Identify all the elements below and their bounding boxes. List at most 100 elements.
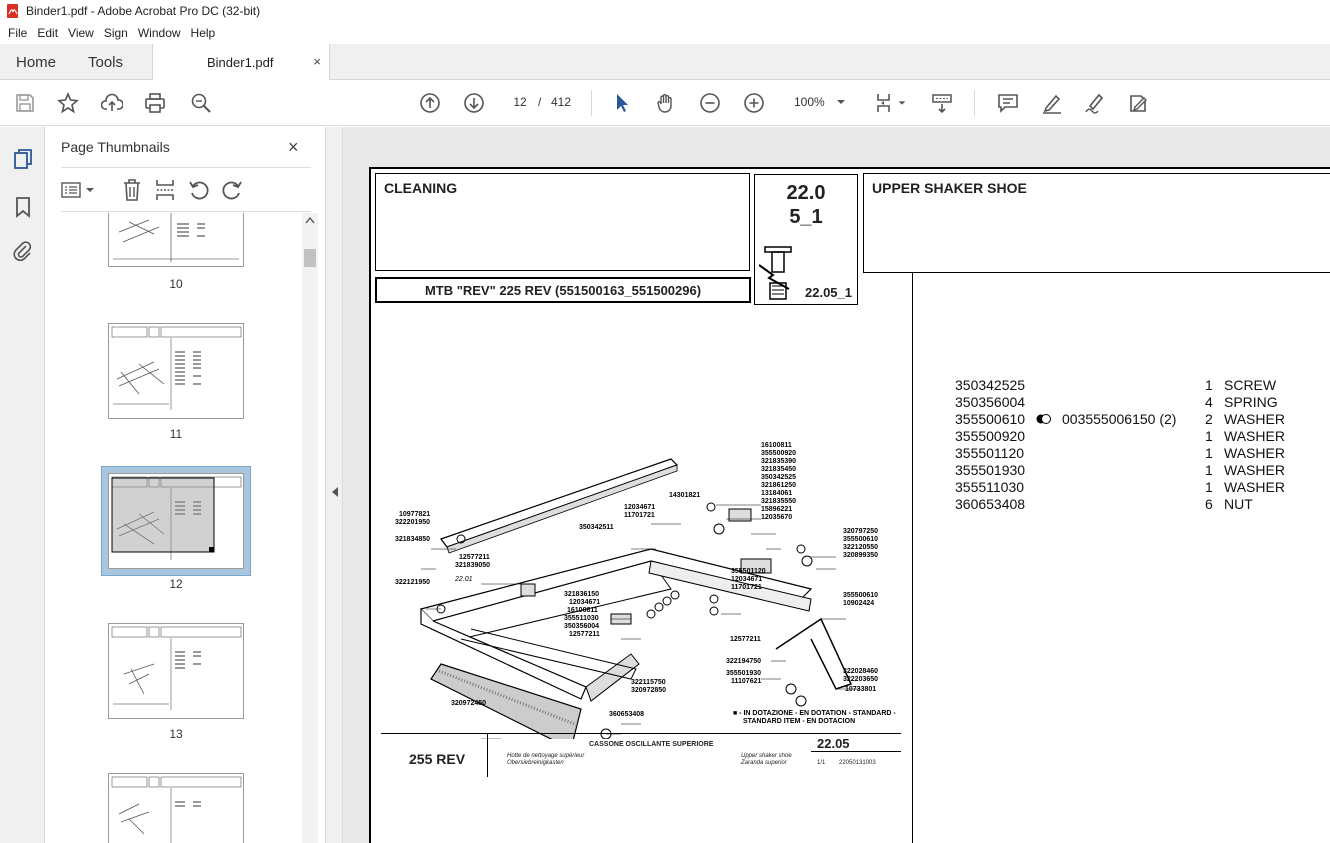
next-page-icon[interactable] — [462, 91, 486, 115]
diagram-label: 11701721 — [624, 512, 655, 519]
part-code: 360653408 — [955, 496, 1026, 512]
diagram-label: 16100811 — [567, 607, 598, 614]
diagram-label: 350342525 — [761, 474, 796, 481]
page-total: 412 — [551, 95, 572, 109]
zoom-level-select[interactable]: 100% — [786, 91, 850, 113]
zoom-out-icon[interactable] — [698, 91, 722, 115]
scroll-up-icon[interactable] — [302, 213, 318, 227]
menu-help[interactable]: Help — [191, 26, 216, 40]
rotate-clockwise-icon[interactable] — [221, 179, 243, 201]
diagram-label: 12577211 — [569, 631, 600, 638]
tab-tools[interactable]: Tools — [88, 44, 123, 80]
page-number-input[interactable] — [506, 91, 534, 113]
thumbnail-list: 10 11 12 13 — [45, 213, 310, 843]
thumbnail-label: 11 — [169, 427, 183, 441]
comment-icon[interactable] — [996, 91, 1020, 115]
zoom-search-icon[interactable] — [189, 91, 213, 115]
save-icon[interactable] — [13, 91, 37, 115]
part-desc: WASHER — [1224, 411, 1285, 427]
thumbnail-toolbar — [61, 177, 311, 203]
toolbar-separator — [974, 90, 975, 116]
part-qty: 1 — [1205, 445, 1213, 461]
panel-splitter[interactable] — [325, 127, 343, 843]
part-qty: 1 — [1205, 377, 1213, 393]
thumbnail-page-13[interactable] — [108, 623, 244, 719]
collapse-panel-icon[interactable] — [330, 485, 340, 499]
attachment-icon[interactable] — [11, 240, 35, 264]
diagram-label: 321839050 — [455, 562, 490, 569]
group-code: 22.0 — [786, 182, 826, 204]
page-display-icon[interactable] — [874, 91, 898, 115]
select-cursor-icon[interactable] — [610, 91, 634, 115]
diagram-label: 322201950 — [395, 519, 430, 526]
diagram-label: 321836150 — [564, 591, 599, 598]
menu-file[interactable]: File — [8, 26, 27, 40]
fill-sign-icon[interactable] — [1126, 91, 1150, 115]
page-thumbnails-icon[interactable] — [11, 147, 35, 171]
diagram-label: 11701721 — [731, 584, 762, 591]
thumbnail-scrollbar[interactable] — [302, 213, 318, 843]
part-desc: SPRING — [1224, 394, 1278, 410]
thumbnail-label: 12 — [169, 577, 183, 591]
footer-rule — [381, 733, 901, 734]
thumbnail-page-12[interactable] — [108, 473, 244, 569]
diagram-label: 321835390 — [761, 458, 796, 465]
diagram-label: 12577211 — [730, 636, 761, 643]
page-separator: / — [538, 95, 542, 109]
insert-pages-icon[interactable] — [154, 178, 176, 202]
diagram-label: 320972450 — [451, 700, 486, 707]
thumbnail-options-icon[interactable] — [61, 179, 97, 201]
group-subcode: 5_1 — [789, 206, 823, 228]
hand-tool-icon[interactable] — [654, 91, 678, 115]
tab-home[interactable]: Home — [16, 44, 56, 80]
diagram-label: 350356004 — [564, 623, 599, 630]
thumbnail-page-11[interactable] — [108, 323, 244, 419]
highlight-pen-icon[interactable] — [1040, 91, 1064, 115]
draw-sign-icon[interactable] — [1083, 91, 1107, 115]
diagram-label: 10902424 — [843, 600, 874, 607]
menu-window[interactable]: Window — [138, 26, 181, 40]
part-alt-code: 003555006150 (2) — [1062, 411, 1177, 427]
thumbnail-page-14[interactable] — [108, 773, 244, 843]
footer-sheet: 1/1 — [817, 760, 826, 766]
bookmark-icon[interactable] — [11, 195, 35, 219]
part-code: 355511030 — [955, 479, 1025, 495]
diagram-label: 321835450 — [761, 466, 796, 473]
acrobat-icon — [7, 4, 18, 18]
rotate-counterclockwise-icon[interactable] — [188, 179, 210, 201]
thumbnail-preview — [113, 213, 239, 262]
menu-view[interactable]: View — [68, 26, 94, 40]
part-desc: WASHER — [1224, 445, 1285, 461]
panel-title: Page Thumbnails — [61, 139, 170, 155]
chevron-down-icon — [837, 100, 845, 104]
window-title: Binder1.pdf - Adobe Acrobat Pro DC (32-b… — [26, 4, 261, 18]
scrollbar-thumb[interactable] — [304, 249, 316, 267]
left-navigation-rail — [0, 127, 45, 843]
section-box: CLEANING — [375, 173, 750, 271]
delete-trash-icon[interactable] — [121, 178, 143, 202]
tab-document[interactable]: Binder1.pdf × — [152, 44, 330, 81]
diagram-label: 355500610 — [843, 592, 878, 599]
star-icon[interactable] — [56, 91, 80, 115]
diagram-label: 350342511 — [579, 524, 614, 531]
menu-edit[interactable]: Edit — [37, 26, 58, 40]
menu-sign[interactable]: Sign — [104, 26, 128, 40]
scroll-mode-icon[interactable] — [930, 91, 954, 115]
print-icon[interactable] — [143, 91, 167, 115]
diagram-label: 16100811 — [761, 442, 792, 449]
footer-title-it: CASSONE OSCILLANTE SUPERIORE — [589, 741, 714, 748]
thumbnail-page-10[interactable] — [108, 213, 244, 267]
close-tab-icon[interactable]: × — [313, 54, 321, 69]
previous-page-icon[interactable] — [418, 91, 442, 115]
diagram-label: 322194750 — [726, 658, 761, 665]
upload-cloud-icon[interactable] — [100, 91, 124, 115]
document-viewer[interactable]: CLEANING MTB "REV" 225 REV (551500163_55… — [343, 127, 1330, 843]
diagram-label: 12034671 — [569, 599, 600, 606]
close-panel-icon[interactable]: × — [288, 137, 299, 158]
chevron-down-icon[interactable] — [896, 91, 908, 115]
diagram-label: 355501930 — [726, 670, 761, 677]
zoom-in-icon[interactable] — [742, 91, 766, 115]
part-qty: 1 — [1205, 479, 1213, 495]
part-code: 355501120 — [955, 445, 1025, 461]
diagram-label: 321834850 — [395, 536, 430, 543]
